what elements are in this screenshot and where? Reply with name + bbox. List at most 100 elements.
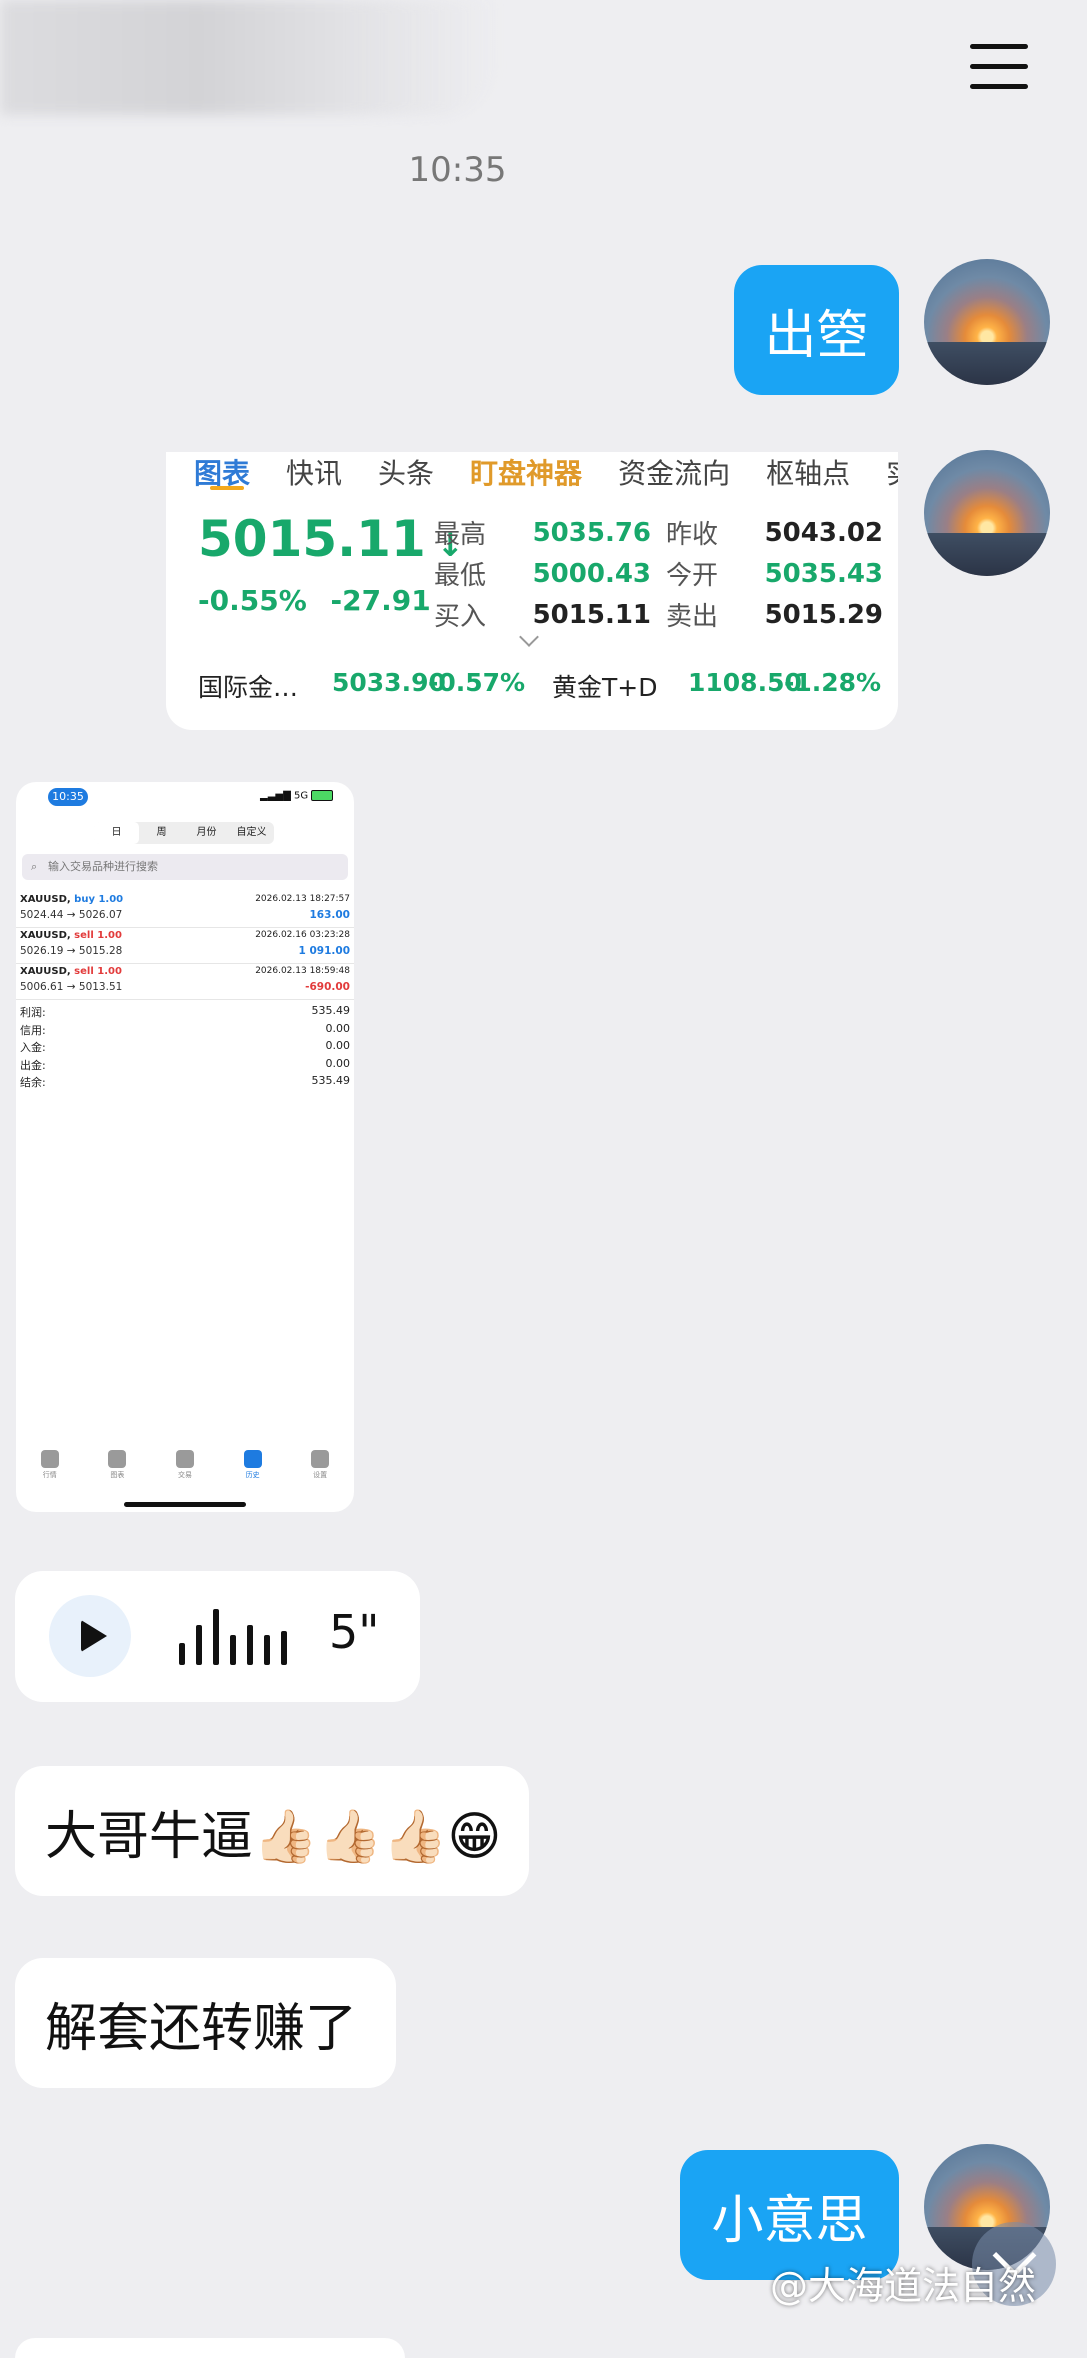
watermark: @大海道法自然: [770, 2264, 1037, 2308]
change-absolute: -27.91: [330, 584, 431, 617]
nav-settings: 设置: [295, 1450, 345, 1480]
chart-icon: [108, 1450, 127, 1468]
battery-icon: [311, 790, 334, 801]
related-pct: -1.28%: [784, 668, 882, 697]
trade-side: sell 1.00: [74, 930, 122, 941]
summary-label: 信用:: [20, 1023, 46, 1037]
message-text: 解套还转赚了: [45, 1998, 358, 2059]
gold-quote-card-image[interactable]: 图表 快讯 头条 盯盘神器 资金流向 枢轴点 实 5015.11 ↓ -0.55…: [166, 452, 898, 730]
symbol-search: ⌕ 输入交易品种进行搜索: [22, 854, 348, 880]
nav-quotes: 行情: [25, 1450, 75, 1480]
value-ask: 5015.29: [764, 599, 883, 630]
related-pct: -0.57%: [428, 668, 526, 697]
quote-detail-grid: 最高 5035.76 昨收 5043.02 最低 5000.43 今开 5035…: [434, 512, 884, 635]
network-label: 5G: [293, 790, 309, 802]
label-bid: 买入: [434, 602, 487, 632]
trade-side: sell 1.00: [74, 966, 122, 977]
outgoing-message-bubble[interactable]: 出箜: [734, 265, 899, 395]
tab-monitor: 盯盘神器: [470, 457, 583, 490]
summary-label: 结余:: [20, 1076, 46, 1089]
trade-prices: 5024.44 → 5026.07: [20, 909, 123, 921]
label-prev-close: 昨收: [666, 520, 719, 550]
trade-symbol: XAUUSD, sell 1.00: [20, 966, 122, 977]
tab-pivot: 枢轴点: [766, 457, 851, 490]
trade-prices: 5006.61 → 5013.51: [20, 981, 123, 993]
voice-duration: 5": [329, 1605, 380, 1659]
label-open: 今开: [666, 561, 719, 591]
tab-headlines: 头条: [378, 457, 435, 490]
summary-row: 入金: 0.00: [20, 1039, 350, 1057]
trade-datetime: 2026.02.13 18:59:48: [255, 966, 350, 976]
segment-month: 月份: [196, 827, 217, 838]
self-avatar[interactable]: [924, 259, 1050, 385]
home-indicator: [124, 1502, 246, 1507]
message-timestamp: 10:35: [408, 150, 507, 190]
summary-label: 利润:: [20, 1006, 46, 1019]
trade-prices: 5026.19 → 5015.28: [20, 945, 123, 957]
segment-custom: 自定义: [236, 827, 267, 838]
search-icon: ⌕: [31, 860, 38, 873]
blurred-contact-name: [0, 0, 500, 115]
value-low: 5000.43: [532, 558, 651, 589]
nav-chart: 图表: [92, 1450, 142, 1480]
quotes-icon: [40, 1450, 59, 1468]
gear-icon: [311, 1450, 330, 1468]
incoming-message-bubble[interactable]: 大哥牛逼👍🏻👍🏻👍🏻😁: [15, 1766, 529, 1896]
value-prev-close: 5043.02: [764, 517, 883, 548]
status-bar: ▂▃▅▇ 5G: [260, 790, 334, 802]
value-high: 5035.76: [532, 517, 651, 548]
bottom-nav: 行情 图表 交易 历史 设置: [16, 1450, 354, 1480]
related-name: 国际金…: [198, 673, 299, 702]
quote-row: 最低 5000.43 今开 5035.43: [434, 553, 884, 594]
voice-message-bubble[interactable]: 5": [15, 1571, 420, 1702]
summary-value: 0.00: [325, 1021, 351, 1035]
self-avatar[interactable]: [924, 450, 1050, 576]
trade-profit: -690.00: [305, 981, 350, 993]
segment-week: 周: [156, 827, 167, 838]
related-price: 1108.50: [688, 668, 802, 697]
play-icon[interactable]: [49, 1595, 131, 1677]
summary-value: 0.00: [325, 1056, 351, 1070]
incoming-message-bubble[interactable]: 解套还转赚了: [15, 1958, 396, 2088]
label-ask: 卖出: [666, 602, 719, 632]
current-price: 5015.11 ↓: [198, 510, 464, 568]
trade-datetime: 2026.02.16 03:23:28: [255, 930, 350, 940]
trade-list: XAUUSD, buy 1.00 2026.02.13 18:27:57 502…: [16, 892, 354, 1000]
trade-history-screenshot-image[interactable]: 10:35 ▂▃▅▇ 5G 日 周 月份 自定义 ⌕ 输入交易品种进行搜索 XA…: [16, 782, 354, 1512]
trade-profit: 1 091.00: [298, 945, 350, 957]
trade-icon: [175, 1450, 194, 1468]
signal-icon: ▂▃▅▇: [260, 790, 291, 802]
summary-value: 535.49: [311, 1004, 351, 1017]
status-time: 10:35: [48, 788, 88, 806]
quote-row: 最高 5035.76 昨收 5043.02: [434, 512, 884, 553]
related-price: 5033.90: [332, 668, 446, 697]
trade-symbol: XAUUSD, sell 1.00: [20, 930, 122, 941]
history-icon: [243, 1450, 262, 1468]
message-text: 出箜: [764, 305, 869, 366]
summary-row: 结余: 535.49: [20, 1074, 350, 1092]
related-quotes: 国际金… 5033.90 -0.57% 黄金T+D 1108.50 -1.28%: [198, 668, 881, 704]
label-high: 最高: [434, 520, 487, 550]
trade-datetime: 2026.02.13 18:27:57: [255, 894, 350, 904]
trade-side: buy 1.00: [74, 894, 124, 905]
summary-value: 0.00: [325, 1039, 351, 1052]
nav-history: 历史: [228, 1450, 278, 1480]
message-text: 大哥牛逼👍🏻👍🏻👍🏻😁: [45, 1806, 502, 1867]
tab-more: 实: [886, 452, 898, 492]
hamburger-icon[interactable]: [970, 44, 1028, 90]
summary-value: 535.49: [311, 1074, 351, 1087]
related-name: 黄金T+D: [552, 673, 658, 702]
summary-label: 出金:: [20, 1058, 46, 1072]
value-open: 5035.43: [764, 558, 883, 589]
quote-tabs: 图表 快讯 头条 盯盘神器 资金流向 枢轴点 实: [194, 452, 898, 492]
trade-row: XAUUSD, sell 1.00 2026.02.16 03:23:28 50…: [16, 928, 354, 964]
summary-row: 信用: 0.00: [20, 1022, 350, 1040]
search-placeholder: 输入交易品种进行搜索: [48, 860, 158, 873]
message-text: 小意思: [711, 2190, 868, 2251]
value-bid: 5015.11: [532, 599, 651, 630]
waveform-icon: [179, 1609, 287, 1665]
trade-profit: 163.00: [309, 909, 350, 921]
account-summary: 利润: 535.49 信用: 0.00 入金: 0.00 出金: 0.00 结余: 535…: [20, 1004, 350, 1092]
tab-fund-flow: 资金流向: [618, 457, 731, 490]
trade-row: XAUUSD, buy 1.00 2026.02.13 18:27:57 502…: [16, 892, 354, 928]
